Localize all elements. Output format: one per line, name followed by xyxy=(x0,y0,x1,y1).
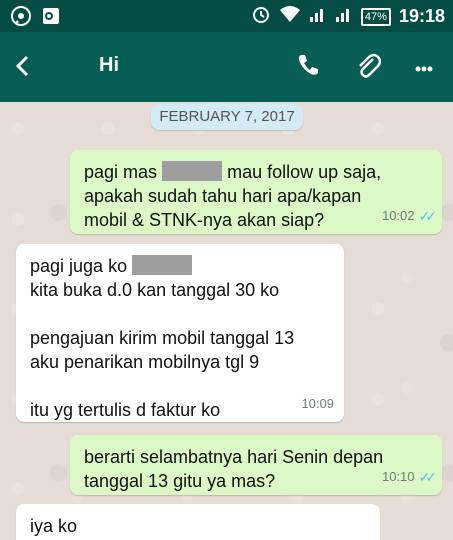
app-bar: Hi xyxy=(0,32,453,102)
message-line: berarti selambatnya hari Senin depan xyxy=(84,447,384,467)
chat-area[interactable]: FEBRUARY 7, 2017 pagi mas mau follow up … xyxy=(0,102,453,540)
message-bubble-outgoing[interactable]: berarti selambatnya hari Senin depan tan… xyxy=(70,435,442,495)
signal-icon xyxy=(309,5,327,28)
message-line: pengajuan kirim mobil tanggal 13 xyxy=(30,328,295,348)
message-bubble-incoming[interactable]: pagi juga ko kita buka d.0 kan tanggal 3… xyxy=(16,244,344,422)
message-line: mobil & STNK-nya akan siap? xyxy=(84,210,325,230)
message-bubble-outgoing[interactable]: pagi mas mau follow up saja, apakah suda… xyxy=(70,150,442,234)
back-arrow-icon[interactable] xyxy=(10,53,36,84)
message-bubble-incoming[interactable]: iya ko xyxy=(16,504,380,540)
status-bar: 47% 19:18 xyxy=(0,0,453,32)
status-time: 19:18 xyxy=(398,6,445,26)
whatsapp-icon xyxy=(10,5,32,32)
message-line: pagi juga ko xyxy=(30,254,294,278)
chat-title[interactable]: Hi xyxy=(99,54,119,77)
phone-icon[interactable] xyxy=(295,52,321,83)
message-line: kita buka d.0 kan tanggal 30 ko xyxy=(30,280,280,300)
message-line xyxy=(30,302,294,326)
message-line: apakah sudah tahu hari apa/kapan xyxy=(84,186,362,206)
signal-icon xyxy=(335,5,353,28)
wifi-icon xyxy=(279,5,301,28)
message-line: pagi mas mau follow up saja, xyxy=(84,161,382,182)
message-line: itu yg tertulis d faktur ko xyxy=(30,400,221,420)
message-time: 10:10 xyxy=(381,469,415,484)
alarm-icon xyxy=(251,4,271,29)
double-check-icon: ✓✓ xyxy=(418,469,438,485)
outlook-icon xyxy=(40,5,62,32)
message-line xyxy=(30,374,294,398)
redacted-name xyxy=(132,255,193,275)
double-check-icon: ✓✓ xyxy=(418,208,438,224)
message-time: 10:09 xyxy=(301,396,334,411)
paperclip-icon[interactable] xyxy=(355,51,382,84)
message-time: 10:02 xyxy=(381,208,415,223)
message-line: aku penarikan mobilnya tgl 9 xyxy=(30,352,260,372)
battery-icon: 47% xyxy=(360,7,391,26)
more-icon[interactable] xyxy=(415,59,433,77)
date-chip: FEBRUARY 7, 2017 xyxy=(151,104,303,130)
message-line: tanggal 13 gitu ya mas? xyxy=(84,471,276,491)
redacted-name xyxy=(162,161,223,181)
message-line: iya ko xyxy=(30,516,78,536)
